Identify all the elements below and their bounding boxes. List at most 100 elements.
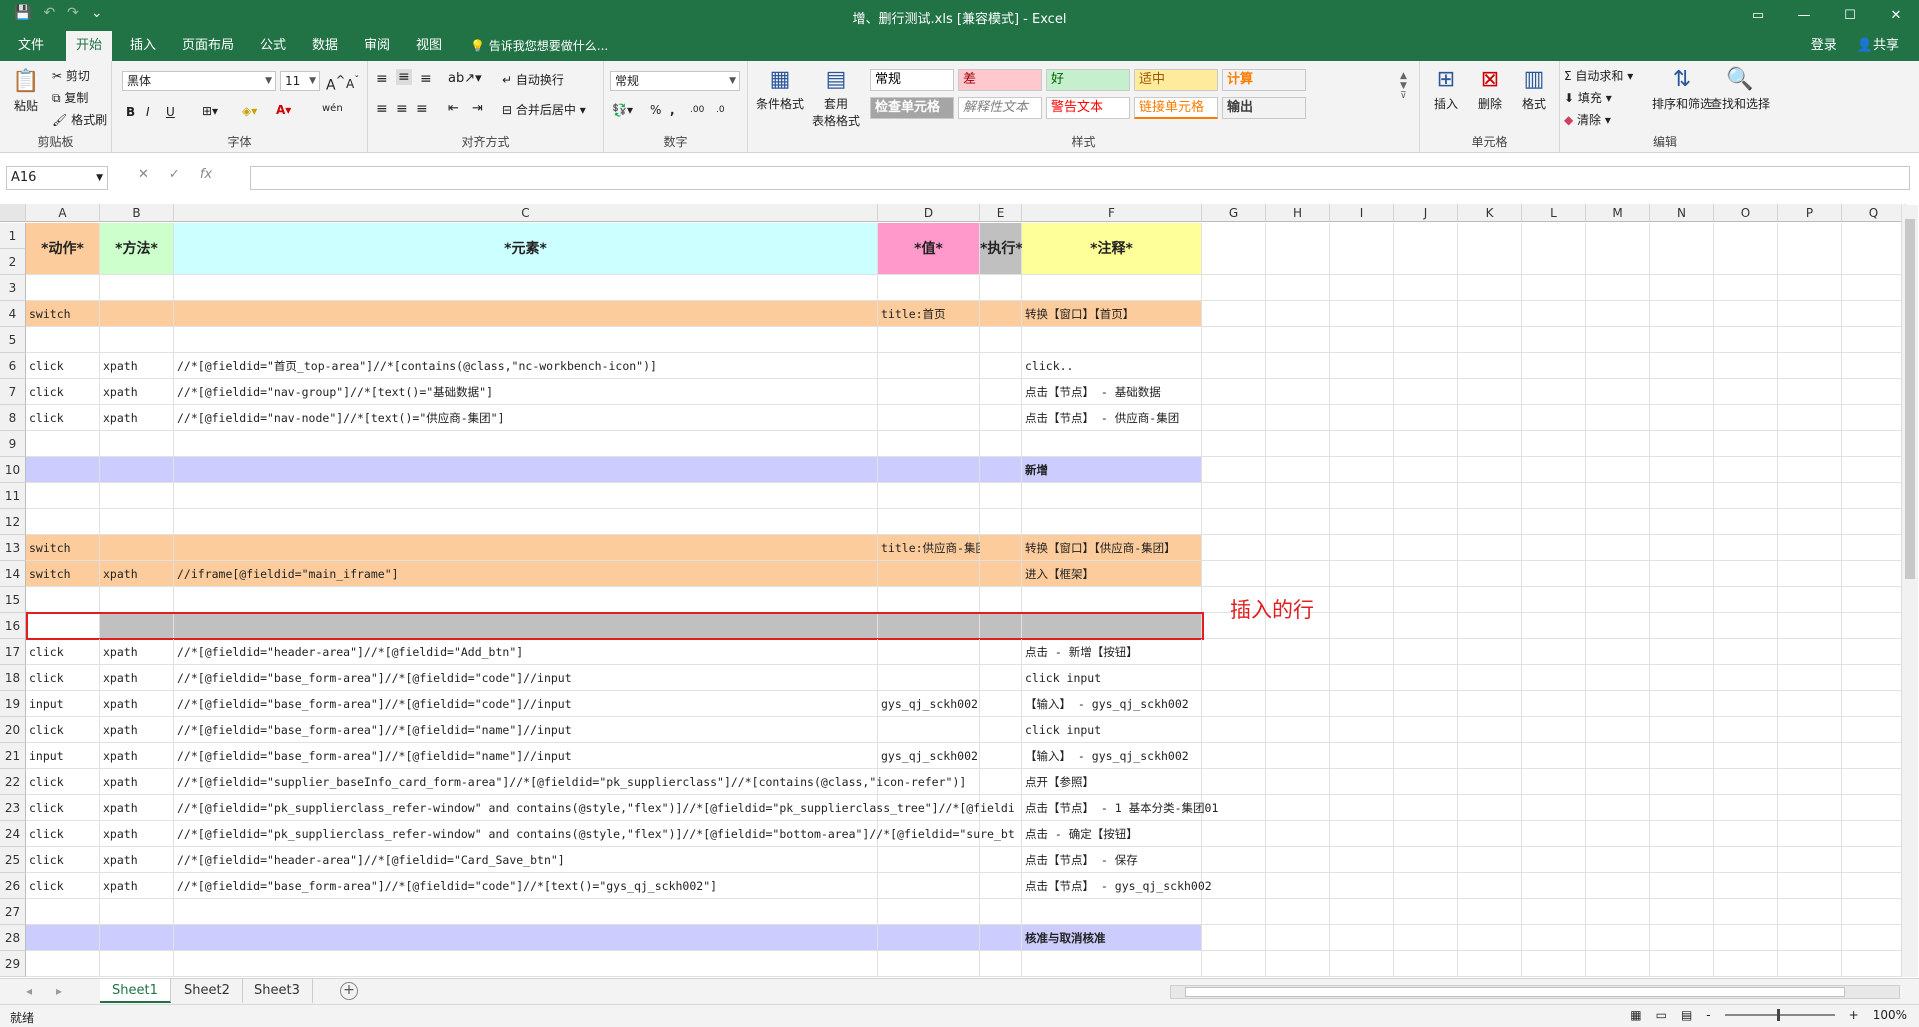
empty-cell[interactable]: [1394, 405, 1458, 431]
cell-d19[interactable]: gys_qj_sckh002: [878, 691, 980, 717]
empty-cell[interactable]: [1330, 379, 1394, 405]
cell-e10[interactable]: [980, 457, 1022, 483]
empty-cell[interactable]: [1458, 223, 1522, 275]
empty-cell[interactable]: [1522, 665, 1586, 691]
cell-a28[interactable]: [26, 925, 100, 951]
empty-cell[interactable]: [1202, 821, 1266, 847]
cell-a5[interactable]: [26, 327, 100, 353]
empty-cell[interactable]: [1586, 691, 1650, 717]
tab-file[interactable]: 文件: [8, 31, 54, 61]
empty-cell[interactable]: [1650, 353, 1714, 379]
empty-cell[interactable]: [1522, 873, 1586, 899]
cell-style-option[interactable]: 输出: [1222, 97, 1306, 119]
empty-cell[interactable]: [1458, 821, 1522, 847]
cell-b26[interactable]: xpath: [100, 873, 174, 899]
empty-cell[interactable]: [1394, 743, 1458, 769]
fill-color-icon[interactable]: ◈▾: [242, 104, 257, 118]
row-header[interactable]: 22: [0, 769, 26, 795]
cell-f12[interactable]: [1022, 509, 1202, 535]
cell-d20[interactable]: [878, 717, 980, 743]
empty-cell[interactable]: [1650, 613, 1714, 639]
empty-cell[interactable]: [1842, 561, 1906, 587]
cell-e20[interactable]: [980, 717, 1022, 743]
empty-cell[interactable]: [1458, 743, 1522, 769]
empty-cell[interactable]: [1458, 665, 1522, 691]
empty-cell[interactable]: [1522, 743, 1586, 769]
format-cells-button[interactable]: ▥ 格式: [1516, 65, 1552, 112]
empty-cell[interactable]: [1330, 847, 1394, 873]
cell-e12[interactable]: [980, 509, 1022, 535]
cell-c26[interactable]: //*[@fieldid="base_form-area"]//*[@field…: [174, 873, 878, 899]
cell-c12[interactable]: [174, 509, 878, 535]
empty-cell[interactable]: [1458, 379, 1522, 405]
empty-cell[interactable]: [1842, 509, 1906, 535]
empty-cell[interactable]: [1458, 847, 1522, 873]
cell-b22[interactable]: xpath: [100, 769, 174, 795]
cell-e21[interactable]: [980, 743, 1022, 769]
worksheet-grid[interactable]: ABCDEFGHIJKLMNOPQ 1 2 *动作* *方法* *元素* *值* *执行* *…: [0, 204, 1919, 980]
cell-b8[interactable]: xpath: [100, 405, 174, 431]
empty-cell[interactable]: [1842, 587, 1906, 613]
empty-cell[interactable]: [1266, 327, 1330, 353]
empty-cell[interactable]: [1842, 769, 1906, 795]
cell-a25[interactable]: click: [26, 847, 100, 873]
borders-icon[interactable]: ⊞▾: [202, 104, 218, 118]
tell-me-search[interactable]: 💡 告诉我您想要做什么...: [470, 31, 608, 61]
cell-d12[interactable]: [878, 509, 980, 535]
empty-cell[interactable]: [1458, 405, 1522, 431]
sheet-tab-1[interactable]: Sheet1: [100, 979, 171, 1003]
empty-cell[interactable]: [1714, 665, 1778, 691]
cut-button[interactable]: ✂ 剪切: [52, 67, 90, 84]
empty-cell[interactable]: [1394, 769, 1458, 795]
column-header-h[interactable]: H: [1266, 204, 1330, 222]
empty-cell[interactable]: [1202, 223, 1266, 275]
empty-cell[interactable]: [1842, 327, 1906, 353]
empty-cell[interactable]: [1650, 873, 1714, 899]
empty-cell[interactable]: [1330, 925, 1394, 951]
fill-button[interactable]: ⬇ 填充 ▾: [1564, 89, 1612, 106]
cell-f25[interactable]: 点击【节点】 - 保存: [1022, 847, 1202, 873]
cell-e26[interactable]: [980, 873, 1022, 899]
empty-cell[interactable]: [1650, 769, 1714, 795]
header-cell-e[interactable]: *执行*: [980, 223, 1023, 275]
empty-cell[interactable]: [1458, 613, 1522, 639]
cell-c17[interactable]: //*[@fieldid="header-area"]//*[@fieldid=…: [174, 639, 878, 665]
zoom-level[interactable]: 100%: [1873, 1008, 1907, 1022]
empty-cell[interactable]: [1586, 769, 1650, 795]
empty-cell[interactable]: [1714, 327, 1778, 353]
empty-cell[interactable]: [1778, 587, 1842, 613]
zoom-in-button[interactable]: +: [1849, 1008, 1859, 1022]
page-break-view-icon[interactable]: ▤: [1681, 1008, 1692, 1022]
add-sheet-button[interactable]: +: [340, 982, 358, 1000]
empty-cell[interactable]: [1458, 587, 1522, 613]
empty-cell[interactable]: [1842, 223, 1906, 275]
empty-cell[interactable]: [1202, 717, 1266, 743]
empty-cell[interactable]: [1266, 691, 1330, 717]
empty-cell[interactable]: [1394, 223, 1458, 275]
column-header-j[interactable]: J: [1394, 204, 1458, 222]
cell-c21[interactable]: //*[@fieldid="base_form-area"]//*[@field…: [174, 743, 878, 769]
empty-cell[interactable]: [1586, 353, 1650, 379]
empty-cell[interactable]: [1394, 483, 1458, 509]
empty-cell[interactable]: [1522, 847, 1586, 873]
empty-cell[interactable]: [1522, 301, 1586, 327]
cell-d4[interactable]: title:首页: [878, 301, 980, 327]
empty-cell[interactable]: [1650, 951, 1714, 977]
insert-cells-button[interactable]: ⊞ 插入: [1428, 65, 1464, 112]
empty-cell[interactable]: [1202, 665, 1266, 691]
cell-a14[interactable]: switch: [26, 561, 100, 587]
cell-e4[interactable]: [980, 301, 1022, 327]
empty-cell[interactable]: [1842, 925, 1906, 951]
cell-f20[interactable]: click input: [1022, 717, 1202, 743]
cell-d26[interactable]: [878, 873, 980, 899]
row-header[interactable]: 15: [0, 587, 26, 613]
empty-cell[interactable]: [1586, 535, 1650, 561]
empty-cell[interactable]: [1458, 873, 1522, 899]
empty-cell[interactable]: [1650, 405, 1714, 431]
empty-cell[interactable]: [1394, 509, 1458, 535]
column-header-f[interactable]: F: [1022, 204, 1202, 222]
column-header-g[interactable]: G: [1202, 204, 1266, 222]
empty-cell[interactable]: [1714, 925, 1778, 951]
empty-cell[interactable]: [1714, 717, 1778, 743]
cell-e22[interactable]: [980, 769, 1022, 795]
